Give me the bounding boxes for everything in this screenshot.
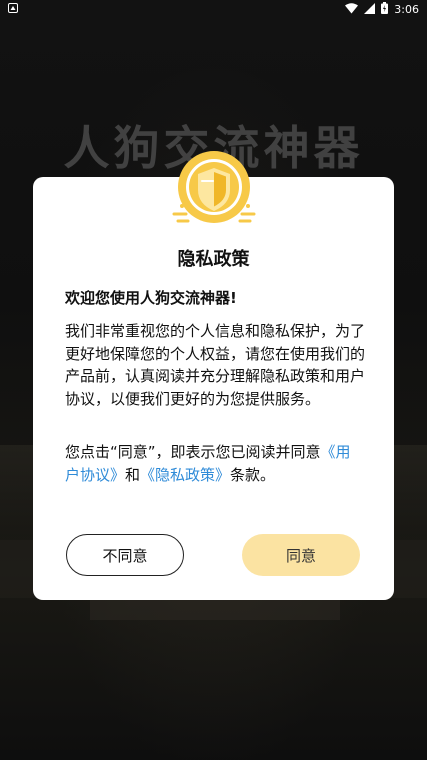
consent-prefix: 您点击“同意”，即表示您已阅读并同意	[65, 443, 321, 461]
wifi-icon	[345, 2, 359, 17]
status-bar: 3:06	[0, 0, 427, 18]
consent-suffix: 条款。	[230, 465, 276, 484]
status-time: 3:06	[394, 3, 419, 16]
consent-text: 您点击“同意”，即表示您已阅读并同意《用户协议》和《隐私政策》条款。	[65, 441, 365, 486]
privacy-description: 我们非常重视您的个人信息和隐私保护，为了更好地保障您的个人权益，请您在使用我们的…	[65, 322, 366, 408]
decline-button[interactable]: 不同意	[66, 534, 184, 576]
shield-icon	[164, 142, 264, 242]
battery-charging-icon	[381, 2, 389, 17]
privacy-dialog: 隐私政策 欢迎您使用人狗交流神器! 我们非常重视您的个人信息和隐私保护，为了更好…	[33, 151, 394, 600]
privacy-policy-link[interactable]: 《隐私政策》	[140, 466, 230, 484]
welcome-text: 欢迎您使用人狗交流神器!	[65, 289, 237, 307]
consent-and: 和	[125, 465, 141, 484]
agree-button[interactable]: 同意	[242, 534, 360, 576]
android-notification-icon	[8, 3, 18, 16]
dialog-title: 隐私政策	[177, 249, 250, 270]
background-shape	[90, 600, 340, 620]
signal-icon	[364, 2, 376, 17]
